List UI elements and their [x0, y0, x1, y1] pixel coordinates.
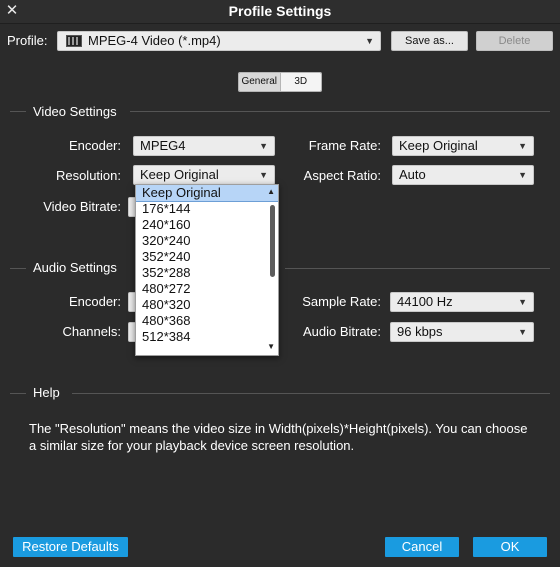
help-text: The "Resolution" means the video size in… — [29, 421, 528, 453]
channels-label: Channels: — [62, 324, 121, 339]
scroll-up-icon[interactable]: ▲ — [267, 187, 275, 196]
chevron-down-icon: ▼ — [259, 141, 268, 151]
aspect-ratio-value: Auto — [399, 167, 426, 182]
resolution-label: Resolution: — [55, 168, 121, 183]
chevron-down-icon: ▼ — [518, 141, 527, 151]
chevron-down-icon: ▼ — [365, 36, 374, 46]
aspect-ratio-select[interactable]: Auto ▼ — [392, 165, 534, 185]
resolution-dropdown-list[interactable]: Keep Original 176*144 240*160 320*240 35… — [135, 184, 279, 356]
chevron-down-icon: ▼ — [518, 297, 527, 307]
restore-defaults-button[interactable]: Restore Defaults — [13, 537, 128, 557]
resolution-select[interactable]: Keep Original ▼ — [133, 165, 275, 185]
dropdown-option[interactable]: 480*272 — [136, 281, 278, 297]
chevron-down-icon: ▼ — [259, 170, 268, 180]
title-bar: ✕ Profile Settings — [0, 0, 560, 24]
tab-3d[interactable]: 3D — [280, 73, 321, 91]
delete-button[interactable]: Delete — [476, 31, 553, 51]
ok-button[interactable]: OK — [473, 537, 547, 557]
divider — [72, 393, 550, 394]
frame-rate-value: Keep Original — [399, 138, 478, 153]
audio-bitrate-value: 96 kbps — [397, 324, 443, 339]
chevron-down-icon: ▼ — [518, 170, 527, 180]
dropdown-option[interactable]: 176*144 — [136, 201, 278, 217]
video-bitrate-label: Video Bitrate: — [43, 199, 121, 214]
dropdown-option[interactable]: 512*384 — [136, 329, 278, 345]
audio-encoder-label: Encoder: — [68, 294, 121, 309]
profile-label: Profile: — [7, 33, 48, 48]
help-heading: Help — [33, 385, 60, 400]
dropdown-option[interactable]: Keep Original — [136, 185, 278, 202]
save-as-button[interactable]: Save as... — [391, 31, 468, 51]
audio-settings-heading: Audio Settings — [33, 260, 117, 275]
dropdown-option[interactable]: 352*288 — [136, 265, 278, 281]
divider — [10, 111, 26, 112]
sample-rate-label: Sample Rate: — [302, 294, 381, 309]
scroll-down-icon[interactable]: ▼ — [267, 342, 275, 351]
resolution-value: Keep Original — [140, 167, 219, 182]
aspect-ratio-label: Aspect Ratio: — [303, 168, 381, 183]
mp4-file-icon — [66, 35, 82, 47]
divider — [285, 268, 550, 269]
tab-general[interactable]: General — [239, 73, 281, 91]
dropdown-option[interactable]: 480*320 — [136, 297, 278, 313]
dropdown-option[interactable]: 352*240 — [136, 249, 278, 265]
dropdown-option[interactable]: 480*368 — [136, 313, 278, 329]
profile-select[interactable]: MPEG-4 Video (*.mp4) ▼ — [57, 31, 381, 51]
divider — [10, 268, 26, 269]
frame-rate-select[interactable]: Keep Original ▼ — [392, 136, 534, 156]
dropdown-scrollbar[interactable] — [270, 205, 275, 277]
divider — [130, 111, 550, 112]
video-encoder-label: Encoder: — [68, 138, 121, 153]
cancel-button[interactable]: Cancel — [385, 537, 459, 557]
video-settings-heading: Video Settings — [33, 104, 117, 119]
audio-bitrate-select[interactable]: 96 kbps ▼ — [390, 322, 534, 342]
dropdown-option[interactable]: 320*240 — [136, 233, 278, 249]
sample-rate-select[interactable]: 44100 Hz ▼ — [390, 292, 534, 312]
video-encoder-value: MPEG4 — [140, 138, 186, 153]
sample-rate-value: 44100 Hz — [397, 294, 453, 309]
audio-bitrate-label: Audio Bitrate: — [302, 324, 381, 339]
window-title: Profile Settings — [228, 3, 332, 19]
tab-group: General 3D — [238, 72, 322, 92]
frame-rate-label: Frame Rate: — [308, 138, 381, 153]
profile-value: MPEG-4 Video (*.mp4) — [88, 33, 221, 48]
dropdown-option[interactable]: 240*160 — [136, 217, 278, 233]
divider — [10, 393, 26, 394]
chevron-down-icon: ▼ — [518, 327, 527, 337]
video-encoder-select[interactable]: MPEG4 ▼ — [133, 136, 275, 156]
